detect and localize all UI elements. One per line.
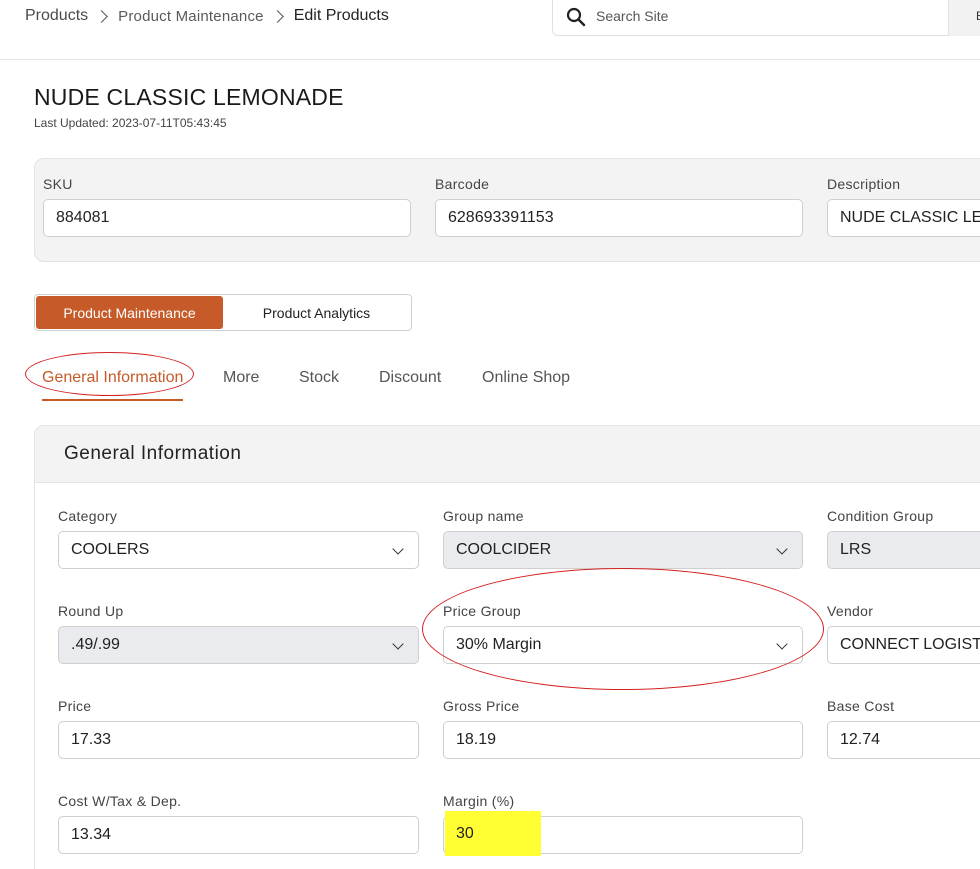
chevron-down-icon <box>392 543 404 555</box>
cost-tax-dep-label: Cost W/Tax & Dep. <box>58 793 182 809</box>
toggle-product-maintenance[interactable]: Product Maintenance <box>36 296 223 329</box>
condition-group-value: LRS <box>840 541 872 558</box>
breadcrumb-products[interactable]: Products <box>25 7 88 25</box>
search-icon[interactable] <box>566 7 586 27</box>
section-title: General Information <box>64 443 242 464</box>
vendor-value: CONNECT LOGISTICS <box>840 636 980 653</box>
margin-value: 30 <box>456 825 474 842</box>
barcode-label: Barcode <box>435 176 490 192</box>
description-field[interactable]: NUDE CLASSIC LEMONADE <box>827 199 980 237</box>
breadcrumb: Products Product Maintenance Edit Produc… <box>25 7 389 25</box>
gross-price-label: Gross Price <box>443 698 520 714</box>
round-up-value: .49/.99 <box>71 636 120 653</box>
category-label: Category <box>58 508 118 524</box>
search-button[interactable]: E <box>948 0 980 36</box>
annotation-circle-tab <box>25 352 194 396</box>
tab-more[interactable]: More <box>223 369 259 387</box>
condition-group-select[interactable]: LRS <box>827 531 980 569</box>
base-cost-label: Base Cost <box>827 698 895 714</box>
vendor-label: Vendor <box>827 603 874 619</box>
sku-field[interactable]: 884081 <box>43 199 411 237</box>
sku-label: SKU <box>43 176 73 192</box>
chevron-down-icon <box>392 638 404 650</box>
round-up-label: Round Up <box>58 603 124 619</box>
active-tab-indicator <box>42 399 183 401</box>
breadcrumb-edit-products: Edit Products <box>293 7 389 24</box>
cost-tax-dep-field[interactable]: 13.34 <box>58 816 419 854</box>
last-updated: Last Updated: 2023-07-11T05:43:45 <box>34 116 227 130</box>
group-name-label: Group name <box>443 508 524 524</box>
tab-discount[interactable]: Discount <box>379 369 441 387</box>
search-input[interactable] <box>596 8 896 24</box>
toggle-product-analytics[interactable]: Product Analytics <box>223 296 410 329</box>
chevron-down-icon <box>776 543 788 555</box>
group-name-select[interactable]: COOLCIDER <box>443 531 803 569</box>
tab-stock[interactable]: Stock <box>299 369 339 387</box>
barcode-field[interactable]: 628693391153 <box>435 199 803 237</box>
tab-online-shop[interactable]: Online Shop <box>482 369 570 387</box>
chevron-right-icon <box>270 9 284 23</box>
chevron-right-icon <box>95 9 109 23</box>
group-name-value: COOLCIDER <box>456 541 552 558</box>
round-up-select[interactable]: .49/.99 <box>58 626 419 664</box>
base-cost-field[interactable]: 12.74 <box>827 721 980 759</box>
description-label: Description <box>827 176 901 192</box>
price-label: Price <box>58 698 92 714</box>
page-title: NUDE CLASSIC LEMONADE <box>34 84 344 110</box>
annotation-circle-price-group <box>422 568 824 690</box>
gross-price-field[interactable]: 18.19 <box>443 721 803 759</box>
condition-group-label: Condition Group <box>827 508 934 524</box>
category-value: COOLERS <box>71 541 150 558</box>
search-box: E <box>552 0 980 36</box>
top-bar: Products Product Maintenance Edit Produc… <box>0 0 980 60</box>
margin-label: Margin (%) <box>443 793 515 809</box>
breadcrumb-product-maintenance[interactable]: Product Maintenance <box>118 8 264 25</box>
category-select[interactable]: COOLERS <box>58 531 419 569</box>
view-toggle: Product Maintenance Product Analytics <box>34 294 412 331</box>
price-field[interactable]: 17.33 <box>58 721 419 759</box>
vendor-select[interactable]: CONNECT LOGISTICS <box>827 626 980 664</box>
